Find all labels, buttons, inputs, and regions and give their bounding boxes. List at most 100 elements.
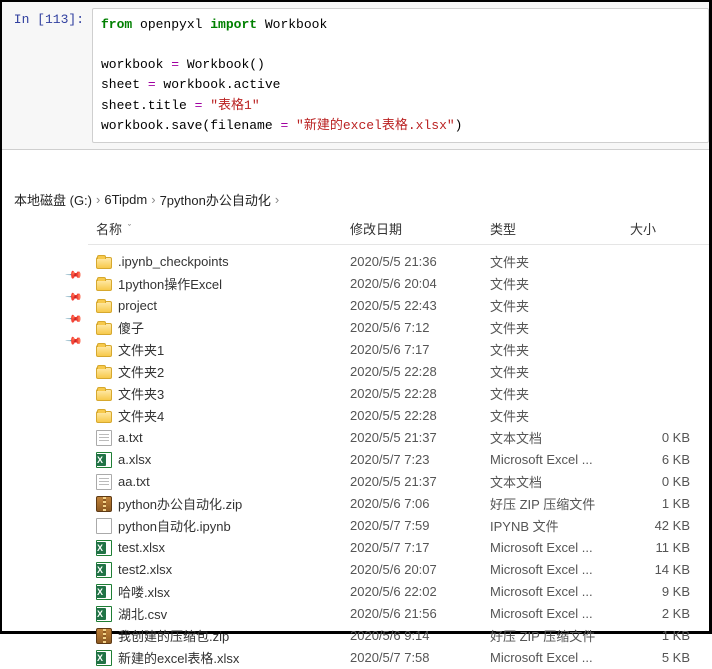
- file-name: 哈喽.xlsx: [118, 582, 170, 601]
- txt-icon: [96, 430, 112, 446]
- file-date: 2020/5/7 7:23: [350, 452, 490, 467]
- file-name: .ipynb_checkpoints: [118, 254, 229, 269]
- file-type: 文本文档: [490, 472, 630, 491]
- file-name: 文件夹4: [118, 406, 164, 425]
- file-row[interactable]: 文件夹12020/5/6 7:17文件夹: [88, 339, 709, 361]
- folder-icon: [96, 411, 112, 423]
- spacer: [2, 150, 709, 186]
- file-size: 14 KB: [630, 562, 690, 577]
- file-name: test.xlsx: [118, 540, 165, 555]
- folder-icon: [96, 367, 112, 379]
- file-name-cell: .ipynb_checkpoints: [96, 254, 350, 269]
- breadcrumb-seg[interactable]: 7python办公自动化: [160, 190, 271, 209]
- breadcrumb-seg[interactable]: 6Tipdm: [104, 192, 147, 207]
- file-name-cell: project: [96, 298, 350, 313]
- file-date: 2020/5/5 22:28: [350, 386, 490, 401]
- file-name: python自动化.ipynb: [118, 516, 231, 535]
- xlsx-icon: [96, 540, 112, 556]
- file-name-cell: 文件夹2: [96, 362, 350, 381]
- pin-icon[interactable]: 📌: [2, 289, 88, 311]
- file-row[interactable]: 傻子2020/5/6 7:12文件夹: [88, 317, 709, 339]
- file-type: IPYNB 文件: [490, 516, 630, 535]
- file-name-cell: a.xlsx: [96, 452, 350, 468]
- file-row[interactable]: 哈喽.xlsx2020/5/6 22:02Microsoft Excel ...…: [88, 581, 709, 603]
- file-row[interactable]: .ipynb_checkpoints2020/5/5 21:36文件夹: [88, 251, 709, 273]
- file-name: 文件夹2: [118, 362, 164, 381]
- file-name: 新建的excel表格.xlsx: [118, 648, 239, 667]
- file-row[interactable]: python办公自动化.zip2020/5/6 7:06好压 ZIP 压缩文件1…: [88, 493, 709, 515]
- folder-icon: [96, 301, 112, 313]
- file-name: aa.txt: [118, 474, 150, 489]
- file-type: Microsoft Excel ...: [490, 452, 630, 467]
- column-header-name[interactable]: 名称 ˇ: [96, 219, 350, 238]
- file-row[interactable]: project2020/5/5 22:43文件夹: [88, 295, 709, 317]
- xlsx-icon: [96, 650, 112, 666]
- file-row[interactable]: 新建的excel表格.xlsx2020/5/7 7:58Microsoft Ex…: [88, 647, 709, 669]
- file-type: 文件夹: [490, 362, 630, 381]
- file-row[interactable]: a.txt2020/5/5 21:37文本文档0 KB: [88, 427, 709, 449]
- file-row[interactable]: 1python操作Excel2020/5/6 20:04文件夹: [88, 273, 709, 295]
- file-date: 2020/5/5 21:36: [350, 254, 490, 269]
- xlsx-icon: [96, 562, 112, 578]
- file-date: 2020/5/6 20:07: [350, 562, 490, 577]
- breadcrumb: 本地磁盘 (G:) › 6Tipdm › 7python办公自动化 ›: [2, 186, 709, 213]
- file-date: 2020/5/5 21:37: [350, 474, 490, 489]
- file-type: Microsoft Excel ...: [490, 650, 630, 665]
- file-row[interactable]: 我创建的压缩包.zip2020/5/6 9:14好压 ZIP 压缩文件1 KB: [88, 625, 709, 647]
- file-row[interactable]: aa.txt2020/5/5 21:37文本文档0 KB: [88, 471, 709, 493]
- jupyter-code-cell: In [113]: from openpyxl import Workbook …: [2, 2, 709, 150]
- file-name-cell: test2.xlsx: [96, 562, 350, 578]
- file-row[interactable]: 文件夹32020/5/5 22:28文件夹: [88, 383, 709, 405]
- file-name-cell: a.txt: [96, 430, 350, 446]
- file-name: 文件夹1: [118, 340, 164, 359]
- file-name-cell: python办公自动化.zip: [96, 494, 350, 513]
- file-name: project: [118, 298, 157, 313]
- file-row[interactable]: 文件夹2 2020/5/5 22:28文件夹: [88, 361, 709, 383]
- xlsx-icon: [96, 584, 112, 600]
- column-header-size[interactable]: 大小: [630, 219, 690, 238]
- breadcrumb-seg[interactable]: 本地磁盘 (G:): [14, 190, 92, 209]
- column-header-type[interactable]: 类型: [490, 219, 630, 238]
- file-name-cell: 傻子: [96, 318, 350, 337]
- file-type: 文本文档: [490, 428, 630, 447]
- file-date: 2020/5/5 22:28: [350, 364, 490, 379]
- pin-icon[interactable]: 📌: [2, 267, 88, 289]
- file-name-cell: 文件夹3: [96, 384, 350, 403]
- file-name-cell: 我创建的压缩包.zip: [96, 626, 350, 645]
- file-row[interactable]: test.xlsx 2020/5/7 7:17Microsoft Excel ..…: [88, 537, 709, 559]
- chevron-down-icon: ˇ: [128, 223, 131, 233]
- file-type: 文件夹: [490, 296, 630, 315]
- folder-icon: [96, 323, 112, 335]
- file-date: 2020/5/6 22:02: [350, 584, 490, 599]
- file-row[interactable]: a.xlsx 2020/5/7 7:23Microsoft Excel ...6 …: [88, 449, 709, 471]
- file-name: a.xlsx: [118, 452, 151, 467]
- file-size: 1 KB: [630, 628, 690, 643]
- file-row[interactable]: 文件夹42020/5/5 22:28文件夹: [88, 405, 709, 427]
- chevron-right-icon: ›: [96, 192, 100, 207]
- file-name: 我创建的压缩包.zip: [118, 626, 229, 645]
- file-size: 5 KB: [630, 650, 690, 665]
- file-name: a.txt: [118, 430, 143, 445]
- chevron-right-icon: ›: [275, 192, 279, 207]
- code-area[interactable]: from openpyxl import Workbook workbook =…: [92, 8, 709, 143]
- folder-icon: [96, 257, 112, 269]
- file-type: 文件夹: [490, 406, 630, 425]
- file-size: 11 KB: [630, 540, 690, 555]
- file-date: 2020/5/6 7:12: [350, 320, 490, 335]
- file-type: 文件夹: [490, 274, 630, 293]
- file-date: 2020/5/7 7:17: [350, 540, 490, 555]
- pin-icon[interactable]: 📌: [2, 311, 88, 333]
- file-row[interactable]: python自动化.ipynb2020/5/7 7:59IPYNB 文件42 K…: [88, 515, 709, 537]
- file-panel: 名称 ˇ 修改日期 类型 大小 .ipynb_checkpoints 2020/5…: [88, 213, 709, 653]
- file-size: 6 KB: [630, 452, 690, 467]
- file-name: test2.xlsx: [118, 562, 172, 577]
- file-name-cell: python自动化.ipynb: [96, 516, 350, 535]
- pin-icon[interactable]: 📌: [2, 333, 88, 355]
- file-row[interactable]: test2.xlsx2020/5/6 20:07Microsoft Excel …: [88, 559, 709, 581]
- file-row[interactable]: 湖北.csv2020/5/6 21:56Microsoft Excel ...2…: [88, 603, 709, 625]
- file-type: Microsoft Excel ...: [490, 540, 630, 555]
- file-size: 1 KB: [630, 496, 690, 511]
- file-date: 2020/5/6 21:56: [350, 606, 490, 621]
- column-header-date[interactable]: 修改日期: [350, 219, 490, 238]
- file-name-cell: test.xlsx: [96, 540, 350, 556]
